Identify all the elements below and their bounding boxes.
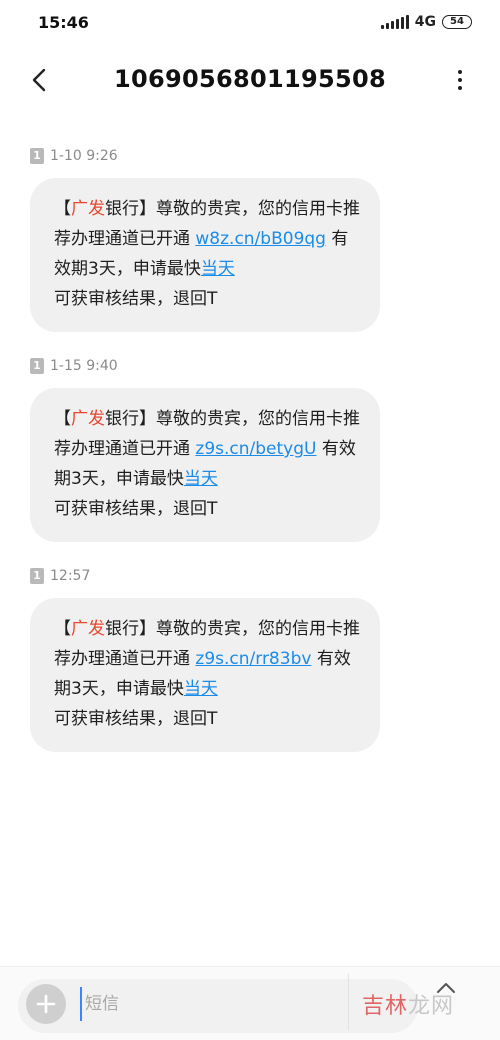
message-link[interactable]: z9s.cn/betygU (195, 439, 316, 459)
message-text-tail: 可获审核结果，退回T (54, 709, 218, 729)
message-bracket: 【 (54, 199, 71, 219)
sim-card-icon: 1 (30, 568, 44, 584)
page-title: 1069056801195508 (114, 65, 386, 93)
divider (348, 974, 349, 1030)
conversation-header: 1069056801195508 (0, 44, 500, 114)
date-link[interactable]: 当天 (184, 679, 218, 699)
message-item: 1 1-15 9:40 【广发银行】尊敬的贵宾，您的信用卡推荐办理通道已开通 z… (30, 356, 380, 542)
message-bubble[interactable]: 【广发银行】尊敬的贵宾，您的信用卡推荐办理通道已开通 z9s.cn/rr83bv… (30, 598, 380, 752)
message-bubble[interactable]: 【广发银行】尊敬的贵宾，您的信用卡推荐办理通道已开通 z9s.cn/betygU… (30, 388, 380, 542)
message-meta: 1 12:57 (30, 566, 380, 586)
add-attachment-button[interactable] (26, 984, 66, 1024)
status-time: 15:46 (38, 12, 89, 32)
message-meta: 1 1-15 9:40 (30, 356, 380, 376)
signal-icon (380, 15, 409, 29)
message-bracket: 【 (54, 619, 71, 639)
battery-icon: 54 (442, 15, 472, 29)
watermark-text: 龙网 (408, 994, 455, 1019)
status-indicators: 4G 54 (380, 14, 472, 30)
message-bracket: 【 (54, 409, 71, 429)
message-timestamp: 12:57 (50, 568, 91, 584)
message-bubble[interactable]: 【广发银行】尊敬的贵宾，您的信用卡推荐办理通道已开通 w8z.cn/bB09qg… (30, 178, 380, 332)
message-item: 1 12:57 【广发银行】尊敬的贵宾，您的信用卡推荐办理通道已开通 z9s.c… (30, 566, 380, 752)
message-input[interactable] (80, 987, 340, 1021)
message-link[interactable]: w8z.cn/bB09qg (195, 229, 326, 249)
message-item: 1 1-10 9:26 【广发银行】尊敬的贵宾，您的信用卡推荐办理通道已开通 w… (30, 146, 380, 332)
sim-card-icon: 1 (30, 358, 44, 374)
sim-card-icon: 1 (30, 148, 44, 164)
message-timestamp: 1-10 9:26 (50, 148, 118, 164)
date-link[interactable]: 当天 (184, 469, 218, 489)
more-vertical-icon (458, 70, 462, 74)
message-meta: 1 1-10 9:26 (30, 146, 380, 166)
date-link[interactable]: 当天 (201, 259, 235, 279)
message-text-tail: 可获审核结果，退回T (54, 289, 218, 309)
bank-name-highlight: 广发 (71, 199, 105, 219)
bank-name-highlight: 广发 (71, 619, 105, 639)
network-type: 4G (414, 14, 436, 30)
status-bar: 15:46 4G 54 (0, 0, 500, 44)
message-text-tail: 可获审核结果，退回T (54, 499, 218, 519)
plus-icon (36, 994, 56, 1014)
watermark: 吉林龙网 (362, 988, 454, 1020)
back-arrow-icon (32, 68, 46, 92)
back-button[interactable] (26, 66, 54, 94)
watermark-text: 吉林 (362, 994, 409, 1019)
message-link[interactable]: z9s.cn/rr83bv (195, 649, 311, 669)
more-options-button[interactable] (450, 66, 470, 94)
message-timestamp: 1-15 9:40 (50, 358, 118, 374)
bank-name-highlight: 广发 (71, 409, 105, 429)
